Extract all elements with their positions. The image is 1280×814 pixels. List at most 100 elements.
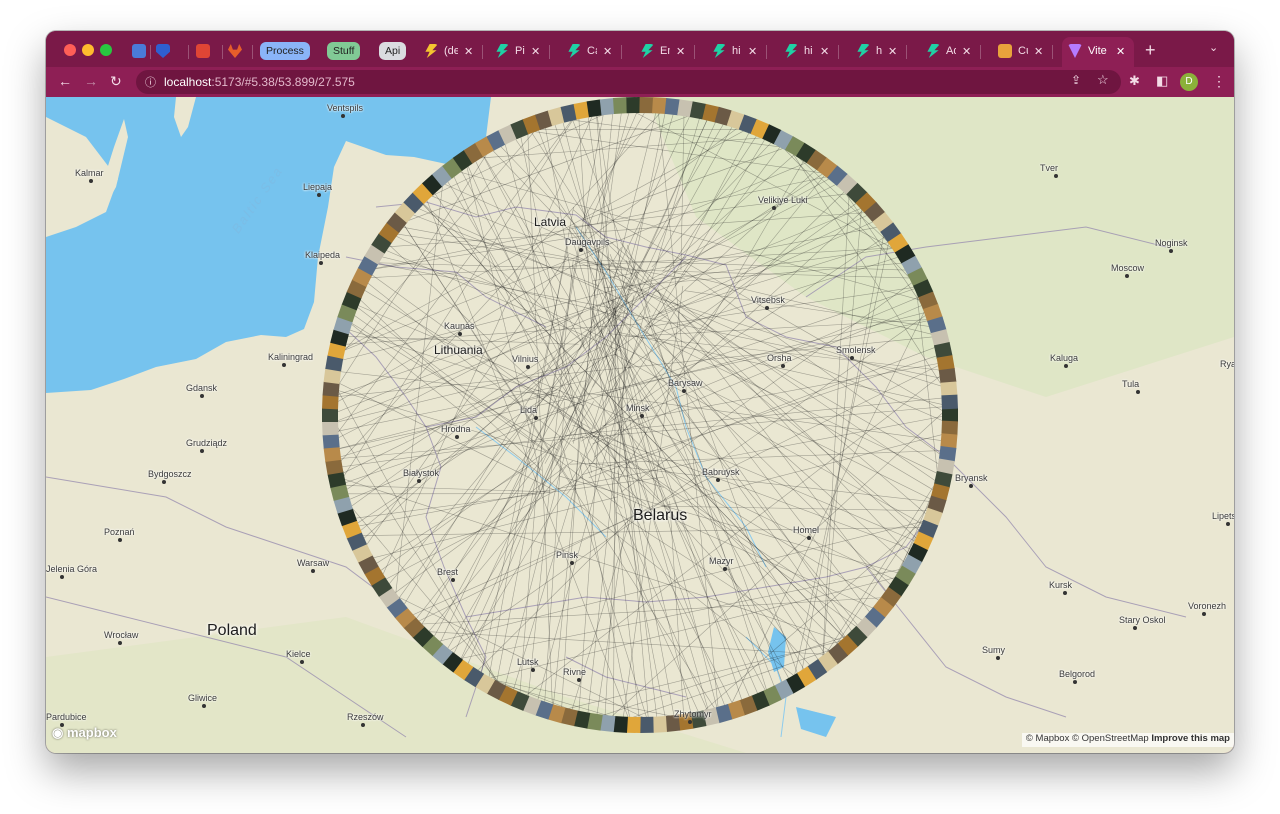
city-label[interactable]: Gdansk [186,383,217,393]
country-label[interactable]: Poland [207,622,257,640]
photo-thumbnail[interactable] [940,433,958,449]
photo-thumbnail[interactable] [613,97,628,115]
forward-arrow-icon[interactable]: → [84,73,98,89]
share-icon[interactable]: ⇪ [1071,73,1081,87]
city-label[interactable]: Lipetsk [1212,511,1234,521]
city-label[interactable]: Lutsk [517,657,539,667]
photo-thumbnail[interactable] [323,445,342,462]
photo-thumbnail[interactable] [322,433,340,449]
tab-close-icon[interactable]: ✕ [820,45,829,58]
city-label[interactable]: Warsaw [297,558,329,568]
city-label[interactable]: Bydgoszcz [148,469,192,479]
city-label[interactable]: Smolensk [836,345,876,355]
minimize-window-button[interactable] [82,44,94,56]
side-panel-icon[interactable]: ◧ [1156,73,1168,89]
tab-7[interactable]: (dev ✕ [424,38,473,64]
tab-15[interactable]: Cus ✕ [998,38,1043,64]
city-label[interactable]: Kaunas [444,321,475,331]
photo-thumbnail[interactable] [322,408,338,422]
photo-thumbnail[interactable] [599,98,616,116]
tab-11[interactable]: hi | (✕ [712,38,757,64]
city-label[interactable]: Gliwice [188,693,217,703]
city-label[interactable]: Poznań [104,527,135,537]
city-label[interactable]: Vitsebsk [751,295,785,305]
tab-group-stuff[interactable]: Stuff [327,42,361,60]
tab-close-icon[interactable]: ✕ [676,45,685,58]
city-label[interactable]: Velikiye Luki [758,195,808,205]
improve-map-link[interactable]: Improve this map [1151,733,1230,744]
city-label[interactable]: Klaipeda [305,250,340,260]
city-label[interactable]: Voronezh [1188,601,1226,611]
city-label[interactable]: Wrocław [104,630,138,640]
tab-10[interactable]: Emb ✕ [640,38,685,64]
photo-thumbnail[interactable] [322,381,340,397]
tab-16[interactable]: Vite ✕ [1068,38,1125,64]
city-label[interactable]: Homel [793,525,819,535]
city-label[interactable]: Białystok [403,468,439,478]
tab-close-icon[interactable]: ✕ [1034,45,1043,58]
photo-thumbnail[interactable] [626,716,641,734]
tab-9[interactable]: Cap ✕ [567,38,612,64]
city-label[interactable]: Kaluga [1050,353,1078,363]
url-text[interactable]: localhost:5173/#5.38/53.899/27.575 [164,75,355,89]
menu-kebab-icon[interactable]: ⋮ [1212,73,1226,90]
photo-thumbnail[interactable] [652,715,667,733]
photo-thumbnail[interactable] [940,381,958,397]
mapbox-logo[interactable]: ◉ mapbox [52,725,117,741]
city-label[interactable]: Kaliningrad [268,352,313,362]
photo-thumbnail[interactable] [613,715,628,733]
tab-group-process[interactable]: Process [260,42,310,60]
country-label[interactable]: Latvia [534,215,566,229]
map-canvas[interactable]: Baltic Sea Ventspils Kalmar Liepaja Klaiped… [46,97,1234,753]
zoom-window-button[interactable] [100,44,112,56]
city-label[interactable]: Liepaja [303,182,332,192]
city-label[interactable]: Bryansk [955,473,988,483]
tab-close-icon[interactable]: ✕ [748,45,757,58]
city-label[interactable]: Hrodna [441,424,471,434]
city-label[interactable]: Tula [1122,379,1139,389]
city-label[interactable]: Brest [437,567,458,577]
tab-13[interactable]: hi ✕ [856,38,897,64]
city-label[interactable]: Pardubice [46,712,87,722]
tab-close-icon[interactable]: ✕ [888,45,897,58]
extensions-puzzle-icon[interactable]: ✱ [1129,73,1140,89]
photo-thumbnail[interactable] [639,716,654,734]
reload-icon[interactable]: ↻ [110,73,122,90]
country-label[interactable]: Belarus [633,507,687,525]
city-label[interactable]: Pinsk [556,550,578,560]
photo-thumbnail[interactable] [941,420,958,436]
tab-group-api[interactable]: Api [379,42,407,60]
city-label[interactable]: Moscow [1111,263,1144,273]
new-tab-button[interactable]: + [1145,40,1156,61]
attribution-text[interactable]: © Mapbox © OpenStreetMap [1026,733,1149,744]
city-label[interactable]: Minsk [626,403,650,413]
tab-close-icon[interactable]: ✕ [603,45,612,58]
city-label[interactable]: Ventspils [327,103,363,113]
city-label[interactable]: Barysaw [668,378,703,388]
city-label[interactable]: Babruysk [702,467,740,477]
city-label[interactable]: Rivne [563,667,586,677]
close-window-button[interactable] [64,44,76,56]
tab-2[interactable] [196,38,216,64]
tab-14[interactable]: Add ✕ [926,38,971,64]
city-label[interactable]: Mazyr [709,556,734,566]
tab-close-icon[interactable]: ✕ [1116,45,1125,58]
photo-thumbnail[interactable] [941,394,958,410]
city-label[interactable]: Vilnius [512,354,538,364]
photo-thumbnail[interactable] [652,97,667,115]
photo-thumbnail[interactable] [626,97,641,114]
tab-1[interactable] [156,38,176,64]
tab-0[interactable] [132,38,152,64]
city-label[interactable]: Orsha [767,353,792,363]
city-label[interactable]: Kielce [286,649,311,659]
bookmark-star-icon[interactable]: ☆ [1097,72,1109,88]
tab-3[interactable] [228,38,248,64]
city-label[interactable]: Noginsk [1155,238,1188,248]
photo-thumbnail[interactable] [639,97,654,114]
city-label[interactable]: Grudziądz [186,438,227,448]
city-label[interactable]: Jelenia Góra [46,564,97,574]
city-label[interactable]: Kursk [1049,580,1072,590]
city-label[interactable]: Stary Oskol [1119,615,1166,625]
city-label[interactable]: Ryazan [1220,359,1234,369]
city-label[interactable]: Kalmar [75,168,104,178]
